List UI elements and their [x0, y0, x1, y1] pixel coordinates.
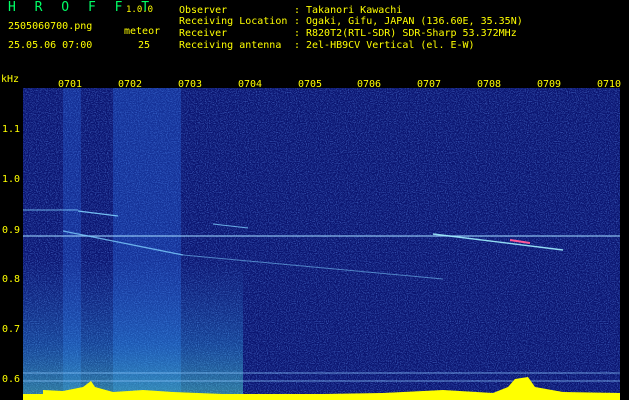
y-tick-label: 0.8 — [2, 274, 21, 285]
y-tick-label: 1.0 — [2, 174, 21, 185]
receiver-separator: : — [294, 28, 301, 39]
antenna-value: 2el-HB9CV Vertical (el. E-W) — [306, 40, 475, 51]
receiver-label: Receiver — [179, 28, 228, 39]
antenna-separator: : — [294, 40, 301, 51]
meteor-count: 25 — [138, 40, 151, 51]
app-version: 1.0.0 — [126, 5, 154, 15]
location-separator: : — [294, 16, 301, 27]
spectrogram-image — [23, 88, 620, 400]
antenna-label: Receiving antenna — [179, 40, 282, 51]
y-tick-label: 0.9 — [2, 225, 21, 236]
date-time: 25.05.06 07:00 — [8, 40, 93, 51]
frequency-unit-label: kHz — [1, 74, 20, 85]
file-name: 2505060700.png — [8, 21, 93, 32]
receiver-value: R820T2(RTL-SDR) SDR-Sharp 53.372MHz — [306, 28, 517, 39]
y-tick-label: 0.7 — [2, 324, 21, 335]
header-panel: H R O F F T 1.0.0 2505060700.png 25.05.0… — [0, 0, 629, 74]
y-tick-label: 0.6 — [2, 374, 21, 385]
spectrogram-plot — [23, 88, 620, 400]
location-value: Ogaki, Gifu, JAPAN (136.60E, 35.35N) — [306, 16, 523, 27]
low-frequency-glow — [23, 258, 243, 400]
y-tick-label: 1.1 — [2, 124, 21, 135]
meteor-label: meteor — [124, 26, 161, 37]
location-label: Receiving Location — [179, 16, 288, 27]
